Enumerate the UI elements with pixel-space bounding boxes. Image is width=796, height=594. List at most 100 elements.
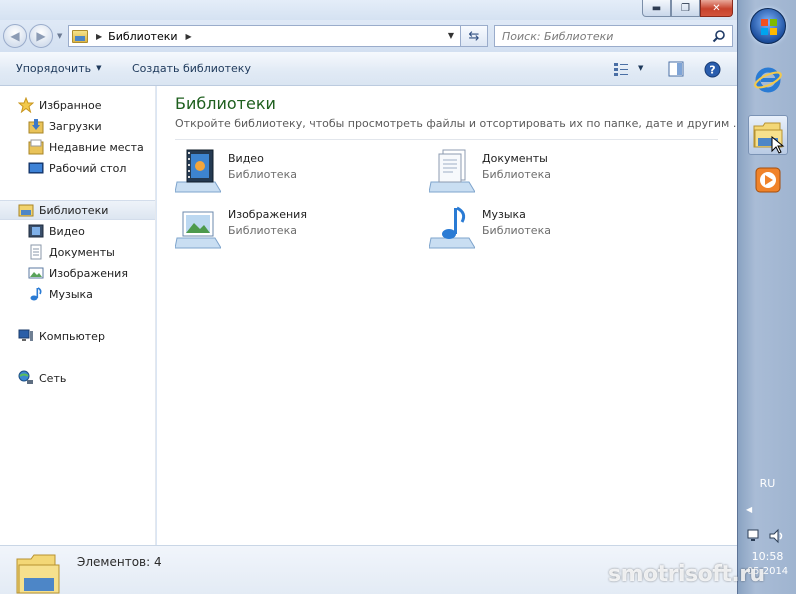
nav-item-label: Загрузки xyxy=(49,119,102,133)
nav-item-label: Рабочий стол xyxy=(49,161,127,175)
library-tile-documents[interactable]: Документы Библиотека xyxy=(429,148,669,196)
mouse-cursor-icon xyxy=(771,136,785,154)
svg-text:?: ? xyxy=(709,64,715,77)
taskbar-explorer[interactable] xyxy=(748,115,788,155)
internet-explorer-icon xyxy=(754,67,782,93)
command-bar: Упорядочить ▼ Создать библиотеку ▼ ? xyxy=(0,52,737,86)
search-icon[interactable] xyxy=(712,29,726,43)
library-kind: Библиотека xyxy=(482,168,551,181)
create-library-button[interactable]: Создать библиотеку xyxy=(132,62,251,75)
organize-button[interactable]: Упорядочить ▼ xyxy=(16,62,102,75)
preview-pane-icon[interactable] xyxy=(668,61,684,77)
nav-libraries-label: Библиотеки xyxy=(39,203,109,217)
taskbar-media-player[interactable] xyxy=(748,160,788,200)
navigation-pane: Избранное Загрузки Недавние места Рабочи… xyxy=(0,86,156,545)
windows-logo-icon xyxy=(761,19,777,35)
forward-button[interactable]: ▶ xyxy=(29,24,53,48)
volume-icon[interactable] xyxy=(768,528,786,544)
restore-icon: ❐ xyxy=(681,2,690,14)
title-bar: ▬ ❐ ✕ xyxy=(0,0,737,20)
chevron-down-icon: ▼ xyxy=(96,64,102,72)
back-button[interactable]: ◀ xyxy=(3,24,27,48)
address-row: ◀ ▶ ▼ ▶ Библиотеки ▶ ▼ ⇆ xyxy=(0,20,737,52)
library-tile-pictures[interactable]: Изображения Библиотека xyxy=(175,204,415,252)
nav-item-pictures[interactable]: Изображения xyxy=(28,263,128,283)
library-tile-video[interactable]: Видео Библиотека xyxy=(175,148,415,196)
start-button[interactable] xyxy=(750,8,786,44)
libraries-icon xyxy=(18,204,34,217)
nav-item-label: Недавние места xyxy=(49,140,144,154)
video-library-icon xyxy=(28,224,44,238)
change-view-icon[interactable] xyxy=(613,61,629,77)
nav-item-downloads[interactable]: Загрузки xyxy=(28,116,102,136)
page-subtitle: Откройте библиотеку, чтобы просмотреть ф… xyxy=(175,117,737,130)
pictures-library-icon xyxy=(28,267,44,279)
library-name: Музыка xyxy=(482,208,526,221)
organize-label: Упорядочить xyxy=(16,62,92,75)
minimize-button[interactable]: ▬ xyxy=(642,0,671,17)
item-count: Элементов: 4 xyxy=(77,555,162,569)
help-icon[interactable]: ? xyxy=(704,61,721,78)
nav-network[interactable]: Сеть xyxy=(18,368,66,388)
search-input[interactable] xyxy=(502,29,702,43)
back-arrow-icon: ◀ xyxy=(10,29,20,43)
taskbar: RU ◀ 10:58 05.2014 xyxy=(737,0,796,594)
caption-buttons: ▬ ❐ ✕ xyxy=(642,0,733,17)
desktop-icon xyxy=(28,162,44,174)
network-status-icon[interactable] xyxy=(746,528,762,544)
nav-computer[interactable]: Компьютер xyxy=(18,326,105,346)
refresh-icon: ⇆ xyxy=(468,28,480,44)
recent-places-icon xyxy=(28,139,44,155)
nav-libraries[interactable]: Библиотеки xyxy=(0,200,155,220)
library-kind: Библиотека xyxy=(228,168,297,181)
network-icon xyxy=(18,370,33,384)
library-name: Документы xyxy=(482,152,548,165)
content-pane: Библиотеки Откройте библиотеку, чтобы пр… xyxy=(157,86,737,545)
search-box[interactable] xyxy=(494,25,733,47)
library-name: Видео xyxy=(228,152,264,165)
libraries-folder-icon xyxy=(16,554,60,594)
nav-network-label: Сеть xyxy=(39,371,67,385)
nav-item-label: Музыка xyxy=(49,287,93,301)
breadcrumb-chevron-icon[interactable]: ▶ xyxy=(96,32,102,41)
music-library-icon xyxy=(429,206,475,249)
libraries-folder-icon xyxy=(72,29,88,43)
nav-favorites-label: Избранное xyxy=(39,98,102,112)
address-dropdown-icon[interactable]: ▼ xyxy=(448,31,454,40)
nav-item-documents[interactable]: Документы xyxy=(28,242,115,262)
nav-item-music[interactable]: Музыка xyxy=(28,284,93,304)
music-library-icon xyxy=(30,287,42,301)
library-kind: Библиотека xyxy=(482,224,551,237)
star-icon xyxy=(18,97,34,113)
close-icon: ✕ xyxy=(712,2,721,14)
watermark: smotrisoft.ru xyxy=(608,562,765,587)
recent-pages-dropdown[interactable]: ▼ xyxy=(57,32,62,40)
address-bar[interactable]: ▶ Библиотеки ▶ ▼ xyxy=(68,25,461,47)
computer-icon xyxy=(18,329,33,341)
library-name: Изображения xyxy=(228,208,307,221)
refresh-button[interactable]: ⇆ xyxy=(461,25,488,47)
close-button[interactable]: ✕ xyxy=(700,0,733,17)
maximize-button[interactable]: ❐ xyxy=(671,0,700,17)
taskbar-internet-explorer[interactable] xyxy=(748,60,788,100)
nav-item-video[interactable]: Видео xyxy=(28,221,85,241)
nav-item-label: Видео xyxy=(49,224,85,238)
breadcrumb-libraries[interactable]: Библиотеки xyxy=(108,30,177,43)
page-title: Библиотеки xyxy=(175,94,276,113)
explorer-window: ▬ ❐ ✕ ◀ ▶ ▼ ▶ Библиотеки ▶ ▼ ⇆ Поиск: Би… xyxy=(0,0,737,594)
view-options-chevron-icon[interactable]: ▼ xyxy=(638,64,643,72)
nav-computer-label: Компьютер xyxy=(39,329,105,343)
nav-favorites[interactable]: Избранное xyxy=(18,95,101,115)
nav-item-recent-places[interactable]: Недавние места xyxy=(28,137,144,157)
language-indicator[interactable]: RU xyxy=(738,477,796,490)
show-hidden-icons-icon[interactable]: ◀ xyxy=(746,505,752,514)
breadcrumb-chevron-icon[interactable]: ▶ xyxy=(186,32,192,41)
documents-library-icon xyxy=(30,244,42,260)
downloads-icon xyxy=(28,119,44,134)
pictures-library-icon xyxy=(175,211,221,249)
nav-item-label: Документы xyxy=(49,245,115,259)
library-tile-music[interactable]: Музыка Библиотека xyxy=(429,204,669,252)
nav-item-desktop[interactable]: Рабочий стол xyxy=(28,158,126,178)
forward-arrow-icon: ▶ xyxy=(36,29,46,43)
video-library-icon xyxy=(175,149,221,193)
